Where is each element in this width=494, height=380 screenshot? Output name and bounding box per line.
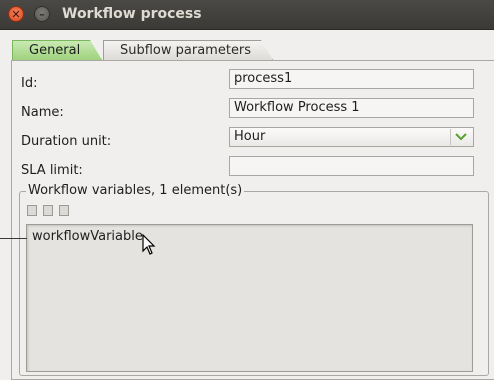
tab-general[interactable]: General bbox=[12, 40, 102, 60]
name-field[interactable]: Workflow Process 1 bbox=[229, 98, 474, 118]
name-label: Name: bbox=[21, 105, 64, 120]
delete-icon[interactable] bbox=[59, 205, 69, 216]
title-bar: ✕ – Workflow process bbox=[0, 0, 494, 30]
minimize-icon: – bbox=[39, 8, 45, 21]
sla-limit-label: SLA limit: bbox=[21, 163, 83, 178]
id-label: Id: bbox=[21, 76, 38, 91]
divider bbox=[0, 238, 27, 239]
tab-subflow-parameters[interactable]: Subflow parameters bbox=[103, 40, 273, 60]
close-icon: ✕ bbox=[11, 8, 21, 21]
variables-list[interactable]: workflowVariable bbox=[26, 224, 473, 372]
list-item[interactable]: workflowVariable bbox=[32, 229, 143, 244]
duration-unit-select[interactable]: Hour bbox=[229, 127, 474, 147]
mouse-cursor-icon bbox=[142, 234, 156, 255]
id-field[interactable]: process1 bbox=[229, 69, 474, 89]
new-icon[interactable] bbox=[27, 205, 37, 216]
window-title: Workflow process bbox=[62, 6, 202, 22]
duration-unit-label: Duration unit: bbox=[21, 134, 112, 149]
duration-unit-value: Hour bbox=[234, 129, 266, 144]
edit-icon[interactable] bbox=[43, 205, 53, 216]
minimize-button[interactable]: – bbox=[34, 6, 50, 22]
sla-limit-field[interactable] bbox=[229, 156, 474, 176]
chevron-down-icon[interactable] bbox=[450, 129, 471, 145]
close-button[interactable]: ✕ bbox=[8, 6, 24, 22]
workflow-variables-title: Workflow variables, 1 element(s) bbox=[26, 183, 245, 198]
